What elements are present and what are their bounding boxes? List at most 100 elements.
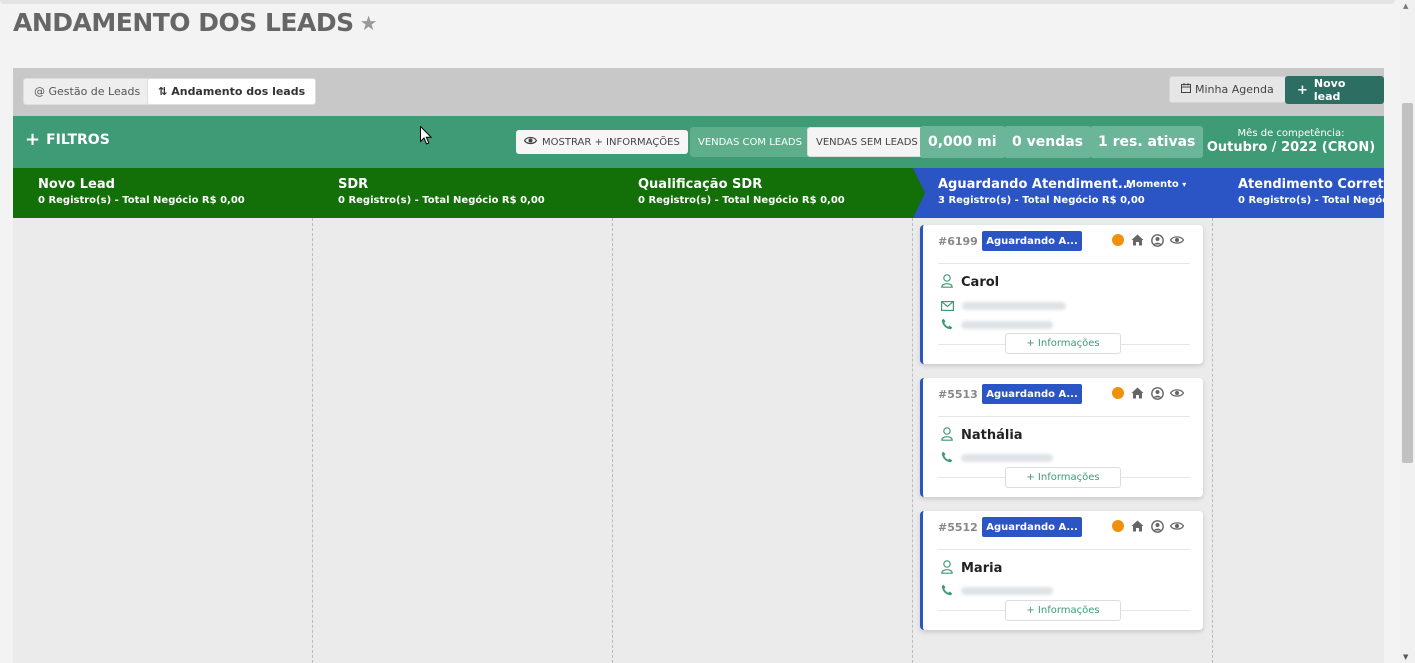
- column-divider: [1212, 218, 1213, 663]
- vendas-com-leads-button[interactable]: VENDAS COM LEADS: [690, 127, 810, 157]
- stage-summary: 0 Registro(s) - Total Negócio R$ 0,00: [1238, 195, 1384, 206]
- vendas-sem-leads-button[interactable]: VENDAS SEM LEADS: [807, 127, 927, 157]
- stage-name: Aguardando Atendiment...: [938, 177, 1133, 192]
- mais-informacoes-button[interactable]: + Informações: [1005, 467, 1121, 488]
- card-actions: [1112, 386, 1184, 400]
- user-circle-icon[interactable]: [1150, 519, 1164, 533]
- phone-icon: [941, 448, 953, 467]
- filtros-toggle[interactable]: + FILTROS: [25, 131, 110, 149]
- plus-icon: +: [25, 129, 41, 150]
- lead-name-row: Maria: [941, 559, 1002, 578]
- tab-gestao-leads[interactable]: @ Gestão de Leads: [23, 78, 152, 105]
- lead-id: #6199: [938, 235, 978, 248]
- kanban-panel: @ Gestão de Leads ⇅ Andamento dos leads …: [13, 68, 1384, 663]
- mais-informacoes-button[interactable]: + Informações: [1005, 333, 1121, 354]
- stage-aguardando-atendimento[interactable]: Aguardando Atendiment... Momento ▾ 3 Reg…: [913, 168, 1225, 218]
- lead-name-row: Nathália: [941, 426, 1023, 445]
- stage-sdr[interactable]: SDR 0 Registro(s) - Total Negócio R$ 0,0…: [313, 168, 625, 218]
- lead-name: Carol: [961, 275, 1000, 290]
- lead-phone-redacted: [961, 586, 1053, 595]
- vendas-sem-leads-label: VENDAS SEM LEADS: [816, 136, 918, 148]
- stat-valor: 0,000 mi: [920, 126, 1005, 158]
- sort-icon: ⇅: [158, 85, 168, 98]
- user-circle-icon[interactable]: [1150, 233, 1164, 247]
- card-divider: [938, 263, 1190, 264]
- card-divider: [938, 416, 1190, 417]
- stage-arrow: [613, 168, 625, 218]
- lead-phone-redacted: [961, 320, 1053, 329]
- page-scrollbar[interactable]: ▲ ▼: [1400, 0, 1415, 663]
- lead-card[interactable]: #5513 Aguardando A... Nathália + Informa…: [920, 378, 1203, 497]
- home-icon[interactable]: [1130, 386, 1144, 400]
- filtros-label: FILTROS: [46, 132, 110, 148]
- status-dot-icon: [1112, 520, 1124, 532]
- user-icon: [941, 273, 953, 292]
- lead-card[interactable]: #6199 Aguardando A... Carol + Informaçõe…: [920, 225, 1203, 364]
- lead-name: Maria: [961, 561, 1003, 576]
- chevron-down-icon: ▾: [1182, 180, 1187, 189]
- scroll-down-icon[interactable]: ▼: [1403, 653, 1408, 661]
- status-badge[interactable]: Aguardando A...: [982, 231, 1082, 251]
- column-divider: [612, 218, 613, 663]
- user-icon: [941, 559, 953, 578]
- mes-competencia[interactable]: Mês de competência: Outubro / 2022 (CRON…: [1205, 128, 1377, 155]
- tab-andamento-leads[interactable]: ⇅ Andamento dos leads: [147, 78, 317, 105]
- home-icon[interactable]: [1130, 519, 1144, 533]
- column-divider: [312, 218, 313, 663]
- lead-phone-row: [941, 315, 1053, 334]
- calendar-icon: [1181, 83, 1191, 96]
- stage-novo-lead[interactable]: Novo Lead 0 Registro(s) - Total Negócio …: [13, 168, 325, 218]
- eye-icon[interactable]: [1170, 386, 1184, 400]
- eye-icon[interactable]: [1170, 519, 1184, 533]
- status-dot-icon: [1112, 387, 1124, 399]
- page-title-text: ANDAMENTO DOS LEADS: [13, 8, 354, 37]
- stage-arrow: [313, 168, 325, 218]
- lead-name-row: Carol: [941, 273, 999, 292]
- lead-phone-redacted: [961, 453, 1053, 462]
- user-circle-icon[interactable]: [1150, 386, 1164, 400]
- minha-agenda-button[interactable]: Minha Agenda: [1169, 76, 1286, 103]
- stat-reservas-text: 1 res. ativas: [1098, 134, 1196, 150]
- home-icon[interactable]: [1130, 233, 1144, 247]
- stat-valor-text: 0,000 mi: [928, 134, 997, 150]
- lead-email-redacted: [962, 301, 1066, 310]
- competencia-value: Outubro / 2022 (CRON): [1206, 140, 1376, 155]
- phone-icon: [941, 581, 953, 600]
- lead-card[interactable]: #5512 Aguardando A... Maria + Informaçõe…: [920, 511, 1203, 630]
- lead-name: Nathália: [961, 428, 1023, 443]
- stage-atendimento-corretor[interactable]: Atendimento Corretor 0 Registro(s) - Tot…: [1213, 168, 1384, 218]
- tab-gestao-label: @ Gestão de Leads: [34, 85, 141, 98]
- status-dot-icon: [1112, 234, 1124, 246]
- scroll-up-icon[interactable]: ▲: [1403, 2, 1408, 10]
- stat-vendas-text: 0 vendas: [1012, 134, 1084, 150]
- scrollbar-thumb[interactable]: [1402, 103, 1413, 463]
- stage-name: Qualificação SDR: [638, 177, 763, 192]
- card-actions: [1112, 233, 1184, 247]
- user-icon: [941, 426, 953, 445]
- mais-informacoes-button[interactable]: + Informações: [1005, 600, 1121, 621]
- stage-summary: 0 Registro(s) - Total Negócio R$ 0,00: [338, 195, 545, 206]
- status-badge[interactable]: Aguardando A...: [982, 384, 1082, 404]
- mostrar-informacoes-button[interactable]: MOSTRAR + INFORMAÇÕES: [516, 130, 688, 154]
- filter-bar: + FILTROS MOSTRAR + INFORMAÇÕES VENDAS C…: [13, 116, 1384, 168]
- lead-id: #5512: [938, 521, 978, 534]
- card-divider: [938, 549, 1190, 550]
- page-title: ANDAMENTO DOS LEADS ★: [13, 8, 378, 37]
- lead-phone-row: [941, 581, 1053, 600]
- stage-summary: 0 Registro(s) - Total Negócio R$ 0,00: [38, 195, 245, 206]
- stage-qualificacao-sdr[interactable]: Qualificação SDR 0 Registro(s) - Total N…: [613, 168, 925, 218]
- novo-lead-button[interactable]: + Novo lead: [1285, 76, 1384, 104]
- card-actions: [1112, 519, 1184, 533]
- pipeline-stages: Novo Lead 0 Registro(s) - Total Negócio …: [13, 168, 1384, 218]
- eye-icon: [523, 136, 538, 148]
- eye-icon[interactable]: [1170, 233, 1184, 247]
- star-icon[interactable]: ★: [360, 11, 378, 35]
- minha-agenda-label: Minha Agenda: [1195, 83, 1274, 96]
- status-badge[interactable]: Aguardando A...: [982, 517, 1082, 537]
- stage-arrow: [1213, 168, 1225, 218]
- sort-momento-dropdown[interactable]: Momento ▾: [1126, 179, 1186, 190]
- mouse-cursor-icon: [420, 125, 433, 149]
- stage-name: SDR: [338, 177, 369, 192]
- stage-summary: 3 Registro(s) - Total Negócio R$ 0,00: [938, 195, 1145, 206]
- plus-icon: +: [1297, 82, 1308, 98]
